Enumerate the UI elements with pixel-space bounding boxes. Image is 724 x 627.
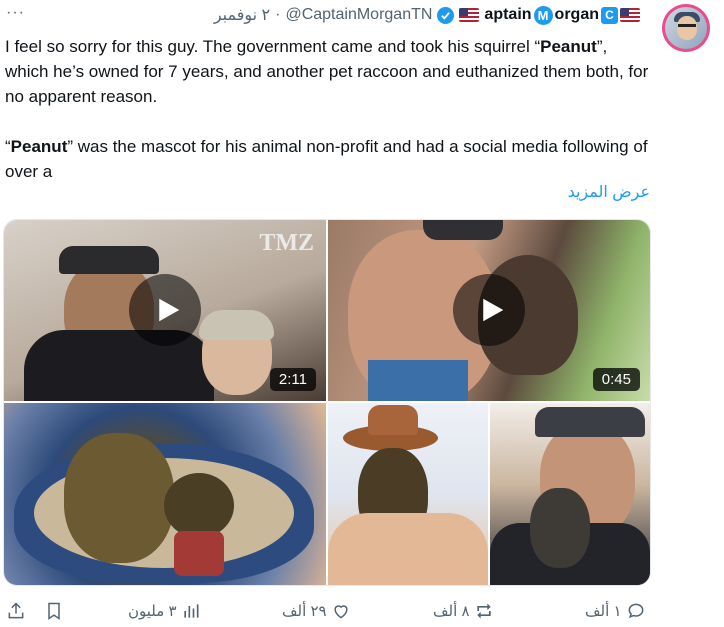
like-icon [333, 605, 348, 619]
video-duration: 0:45 [592, 368, 640, 391]
repost-icon [476, 603, 491, 619]
repost-count: ٨ ألف [433, 603, 470, 620]
views-count: ٣ مليون [128, 603, 177, 620]
display-name[interactable]: aptain M organ C [484, 5, 640, 25]
play-icon[interactable] [129, 274, 201, 346]
bold-text: Peanut [10, 137, 68, 156]
show-more-link[interactable]: عرض المزيد [568, 182, 650, 202]
video-thumbnail-1[interactable]: TMZ 2:11 [4, 220, 326, 401]
text-segment: I feel so sorry for this guy. The govern… [5, 37, 541, 56]
photo-squirrel-in-cap[interactable] [4, 403, 326, 585]
tweet-header: ٢ نوفمبر · @CaptainMorganTN aptain M org… [214, 4, 640, 26]
us-flag-icon [459, 8, 480, 22]
like-button[interactable]: ٢٩ ألف [282, 597, 351, 625]
repost-button[interactable]: ٨ ألف [433, 597, 494, 625]
media-grid: TMZ 2:11 0:45 [3, 219, 651, 586]
display-name-part1: aptain [484, 6, 532, 23]
tmz-watermark: TMZ [259, 230, 314, 256]
text-segment: ” was the mascot for his animal non-prof… [5, 137, 648, 181]
post-date[interactable]: ٢ نوفمبر [214, 5, 270, 25]
tweet-paragraph: “Peanut” was the mascot for his animal n… [5, 134, 655, 184]
reply-count: ١ ألف [585, 603, 622, 620]
more-icon[interactable]: ··· [6, 4, 25, 22]
us-flag-icon [620, 8, 640, 22]
like-count: ٢٩ ألف [282, 603, 327, 620]
views-button[interactable]: ٣ مليون [128, 597, 201, 625]
bookmark-icon [48, 602, 60, 620]
user-handle[interactable]: @CaptainMorganTN [285, 6, 432, 24]
bold-text: Peanut [540, 37, 597, 56]
display-name-badge: M [533, 5, 553, 25]
views-icon [183, 604, 199, 618]
photo-squirrel-cowboy-hat[interactable] [328, 403, 488, 585]
action-bar: ١ ألف ٨ ألف ٢٩ ألف ٣ مليون [0, 597, 724, 625]
share-button[interactable] [6, 597, 26, 625]
share-icon [8, 602, 24, 619]
reply-button[interactable]: ١ ألف [585, 597, 646, 625]
video-thumbnail-2[interactable]: 0:45 [328, 220, 650, 401]
verified-icon [437, 6, 455, 24]
video-duration: 2:11 [269, 368, 316, 391]
separator: · [275, 6, 281, 23]
tweet-text: I feel so sorry for this guy. The govern… [5, 34, 655, 184]
bookmark-button[interactable] [44, 597, 64, 625]
name-badge: C [601, 6, 618, 24]
avatar[interactable] [662, 4, 710, 52]
reply-icon [628, 603, 643, 619]
avatar-image [665, 7, 707, 49]
display-name-part2: organ [554, 6, 599, 23]
play-icon[interactable] [453, 274, 525, 346]
tweet-paragraph: I feel so sorry for this guy. The govern… [5, 34, 655, 109]
photo-man-with-squirrel[interactable] [490, 403, 650, 585]
tweet: ··· ٢ نوفمبر · @CaptainMorganTN aptain M… [0, 0, 724, 627]
